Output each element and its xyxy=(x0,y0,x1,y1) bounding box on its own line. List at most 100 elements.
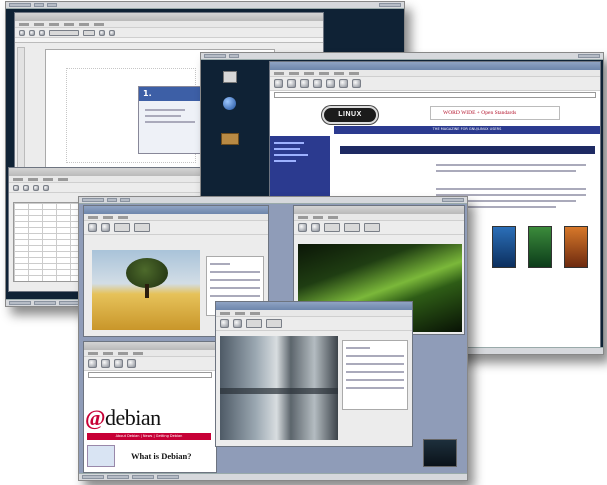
menu-item[interactable] xyxy=(220,312,230,315)
nav-link[interactable] xyxy=(274,148,300,150)
menu-item[interactable] xyxy=(133,352,143,355)
menu-item[interactable] xyxy=(349,72,359,75)
home-icon[interactable] xyxy=(298,223,307,232)
home-icon[interactable] xyxy=(326,79,335,88)
taskbar-button[interactable] xyxy=(157,475,179,479)
globe-icon[interactable] xyxy=(223,97,236,110)
stop-icon[interactable] xyxy=(313,79,322,88)
toolbar-button[interactable] xyxy=(39,29,45,36)
dvd-cover[interactable] xyxy=(528,226,552,268)
home-icon[interactable] xyxy=(88,223,97,232)
menu-item[interactable] xyxy=(88,352,98,355)
menu-item[interactable] xyxy=(49,23,59,26)
home-icon[interactable] xyxy=(127,359,136,368)
toolbar-button[interactable] xyxy=(23,184,29,191)
menu-item[interactable] xyxy=(250,312,260,315)
debian-nav-bar[interactable]: About Debian | News | Getting Debian xyxy=(87,433,211,440)
menu-item[interactable] xyxy=(118,216,128,219)
reload-icon[interactable] xyxy=(114,359,123,368)
menu-item[interactable] xyxy=(328,216,338,219)
taskbar-button[interactable] xyxy=(34,301,56,305)
zoom-button[interactable] xyxy=(134,223,150,232)
dvd-cover[interactable] xyxy=(564,226,588,268)
menu-item[interactable] xyxy=(58,178,68,181)
open-icon[interactable] xyxy=(233,319,242,328)
menu-item[interactable] xyxy=(13,178,23,181)
panel-chip[interactable] xyxy=(120,198,130,202)
font-select[interactable] xyxy=(49,29,79,36)
screenshot-front: @debian About Debian | News | Getting De… xyxy=(78,196,468,481)
menu-item[interactable] xyxy=(34,23,44,26)
rotate-button[interactable] xyxy=(246,319,262,328)
print-icon[interactable] xyxy=(352,79,361,88)
panel-menu-chip[interactable] xyxy=(204,54,226,58)
panel-menu-chip[interactable] xyxy=(9,3,31,7)
forward-icon[interactable] xyxy=(287,79,296,88)
taskbar-button[interactable] xyxy=(107,475,129,479)
trash-icon[interactable] xyxy=(221,133,239,145)
toolbar-button[interactable] xyxy=(109,29,115,36)
toolbar-button[interactable] xyxy=(19,29,25,36)
menu-item[interactable] xyxy=(64,23,74,26)
computer-icon[interactable] xyxy=(223,71,237,83)
home-icon[interactable] xyxy=(220,319,229,328)
panel-chip[interactable] xyxy=(442,198,464,202)
panel-chip[interactable] xyxy=(107,198,117,202)
toolbar-button[interactable] xyxy=(29,29,35,36)
rotate-button[interactable] xyxy=(114,223,130,232)
back-icon[interactable] xyxy=(274,79,283,88)
open-icon[interactable] xyxy=(101,223,110,232)
menu-item[interactable] xyxy=(304,72,314,75)
toolbar-button[interactable] xyxy=(99,29,105,36)
taskbar-button[interactable] xyxy=(132,475,154,479)
menu-item[interactable] xyxy=(274,72,284,75)
panel-chip[interactable] xyxy=(34,3,44,7)
menu-item[interactable] xyxy=(94,23,104,26)
menu-item[interactable] xyxy=(19,23,29,26)
rotate-button[interactable] xyxy=(324,223,340,232)
taskbar-button[interactable] xyxy=(9,301,31,305)
panel-menu-chip[interactable] xyxy=(82,198,104,202)
open-icon[interactable] xyxy=(311,223,320,232)
water-photo[interactable] xyxy=(220,336,338,440)
url-bar[interactable] xyxy=(274,92,596,98)
nav-link[interactable] xyxy=(274,160,296,162)
menu-item[interactable] xyxy=(334,72,344,75)
panel-chip[interactable] xyxy=(229,54,239,58)
nav-link[interactable] xyxy=(274,154,308,156)
menu-item[interactable] xyxy=(103,352,113,355)
forward-icon[interactable] xyxy=(101,359,110,368)
menu-item[interactable] xyxy=(28,178,38,181)
dvd-cover[interactable] xyxy=(492,226,516,268)
toolbar-button[interactable] xyxy=(43,184,49,191)
size-select[interactable] xyxy=(83,29,95,36)
menu-item[interactable] xyxy=(118,352,128,355)
tree-photo[interactable] xyxy=(92,250,200,330)
menu-item[interactable] xyxy=(43,178,53,181)
spreadsheet-menubar xyxy=(9,176,227,183)
taskbar-button[interactable] xyxy=(82,475,104,479)
zoom-button[interactable] xyxy=(344,223,360,232)
menu-item[interactable] xyxy=(88,216,98,219)
panel-chip[interactable] xyxy=(47,3,57,7)
url-bar[interactable] xyxy=(88,372,212,378)
search-icon[interactable] xyxy=(339,79,348,88)
zoom-button[interactable] xyxy=(266,319,282,328)
panel-chip[interactable] xyxy=(379,3,401,7)
menu-item[interactable] xyxy=(289,72,299,75)
dark-thumbnail[interactable] xyxy=(423,439,457,467)
menu-item[interactable] xyxy=(298,216,308,219)
nav-link[interactable] xyxy=(274,142,304,144)
menu-item[interactable] xyxy=(313,216,323,219)
panel-chip[interactable] xyxy=(578,54,600,58)
menu-item[interactable] xyxy=(79,23,89,26)
menu-item[interactable] xyxy=(235,312,245,315)
back-icon[interactable] xyxy=(88,359,97,368)
menu-item[interactable] xyxy=(103,216,113,219)
fit-button[interactable] xyxy=(364,223,380,232)
toolbar-button[interactable] xyxy=(13,184,19,191)
toolbar-button[interactable] xyxy=(33,184,39,191)
spreadsheet-grid[interactable] xyxy=(13,202,83,282)
menu-item[interactable] xyxy=(319,72,329,75)
reload-icon[interactable] xyxy=(300,79,309,88)
